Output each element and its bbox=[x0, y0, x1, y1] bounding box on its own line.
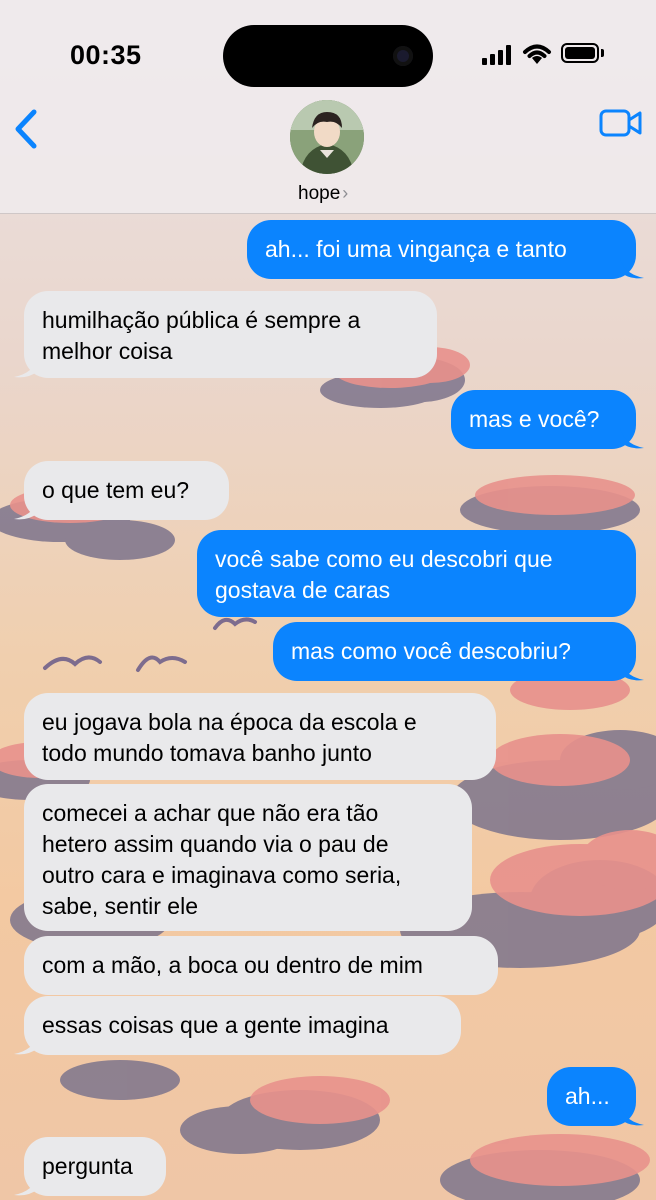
sent-message[interactable]: mas como você descobriu? bbox=[273, 622, 636, 681]
bubble-tail bbox=[14, 1175, 38, 1196]
received-message[interactable]: o que tem eu? bbox=[24, 461, 229, 520]
wifi-icon bbox=[523, 44, 551, 64]
received-message[interactable]: com a mão, a boca ou dentro de mim bbox=[24, 936, 498, 995]
message-line: comecei a achar que não era tão bbox=[42, 800, 379, 826]
bubble-tail bbox=[620, 1105, 644, 1126]
dynamic-island bbox=[223, 25, 433, 87]
message-text: ah... bbox=[565, 1083, 610, 1109]
message-text: pergunta bbox=[42, 1153, 133, 1179]
received-message[interactable]: pergunta bbox=[24, 1137, 166, 1196]
bubble-tail bbox=[14, 357, 38, 378]
message-text: mas e você? bbox=[469, 406, 600, 432]
message-line: humilhação pública é sempre a bbox=[42, 307, 361, 333]
status-bar: 00:35 bbox=[0, 0, 656, 100]
avatar-image bbox=[290, 100, 364, 174]
bubble-tail bbox=[620, 258, 644, 279]
contact-name: hope bbox=[298, 183, 341, 204]
video-call-icon[interactable] bbox=[599, 109, 643, 137]
battery-cap bbox=[601, 49, 604, 57]
cellular-signal-icon bbox=[482, 45, 511, 65]
message-line: hetero assim quando via o pau de bbox=[42, 831, 389, 857]
contact-avatar[interactable] bbox=[290, 100, 364, 174]
message-line: eu jogava bola na época da escola e bbox=[42, 709, 417, 735]
sent-message[interactable]: ah... foi uma vingança e tanto bbox=[247, 220, 636, 279]
received-message[interactable]: eu jogava bola na época da escola e todo… bbox=[24, 693, 496, 780]
bubble-tail bbox=[14, 1034, 38, 1055]
bird-icon bbox=[43, 617, 257, 672]
received-message[interactable]: comecei a achar que não era tão hetero a… bbox=[24, 784, 472, 931]
bubble-tail bbox=[14, 499, 38, 520]
message-text: essas coisas que a gente imagina bbox=[42, 1012, 389, 1038]
received-message[interactable]: humilhação pública é sempre a melhor coi… bbox=[24, 291, 437, 378]
sent-message[interactable]: você sabe como eu descobri que gostava d… bbox=[197, 530, 636, 617]
message-line: gostava de caras bbox=[215, 577, 391, 603]
message-line: você sabe como eu descobri que bbox=[215, 546, 553, 572]
message-text: o que tem eu? bbox=[42, 477, 190, 503]
battery-icon bbox=[561, 43, 599, 63]
chevron-right-icon: › bbox=[342, 183, 349, 203]
contact-name-button[interactable]: hope › bbox=[298, 183, 348, 205]
sent-message[interactable]: mas e você? bbox=[451, 390, 636, 449]
bubble-tail bbox=[620, 660, 644, 681]
bubble-tail bbox=[620, 428, 644, 449]
status-time: 00:35 bbox=[70, 40, 142, 70]
received-message[interactable]: essas coisas que a gente imagina bbox=[24, 996, 461, 1055]
message-line: todo mundo tomava banho junto bbox=[42, 740, 372, 766]
message-text: mas como você descobriu? bbox=[291, 638, 571, 664]
message-text: ah... foi uma vingança e tanto bbox=[265, 236, 567, 262]
message-line: outro cara e imaginava como seria, bbox=[42, 862, 402, 888]
message-line: melhor coisa bbox=[42, 338, 173, 364]
message-text: com a mão, a boca ou dentro de mim bbox=[42, 952, 423, 978]
back-chevron-icon[interactable] bbox=[12, 108, 40, 150]
message-line: sabe, sentir ele bbox=[42, 893, 198, 919]
